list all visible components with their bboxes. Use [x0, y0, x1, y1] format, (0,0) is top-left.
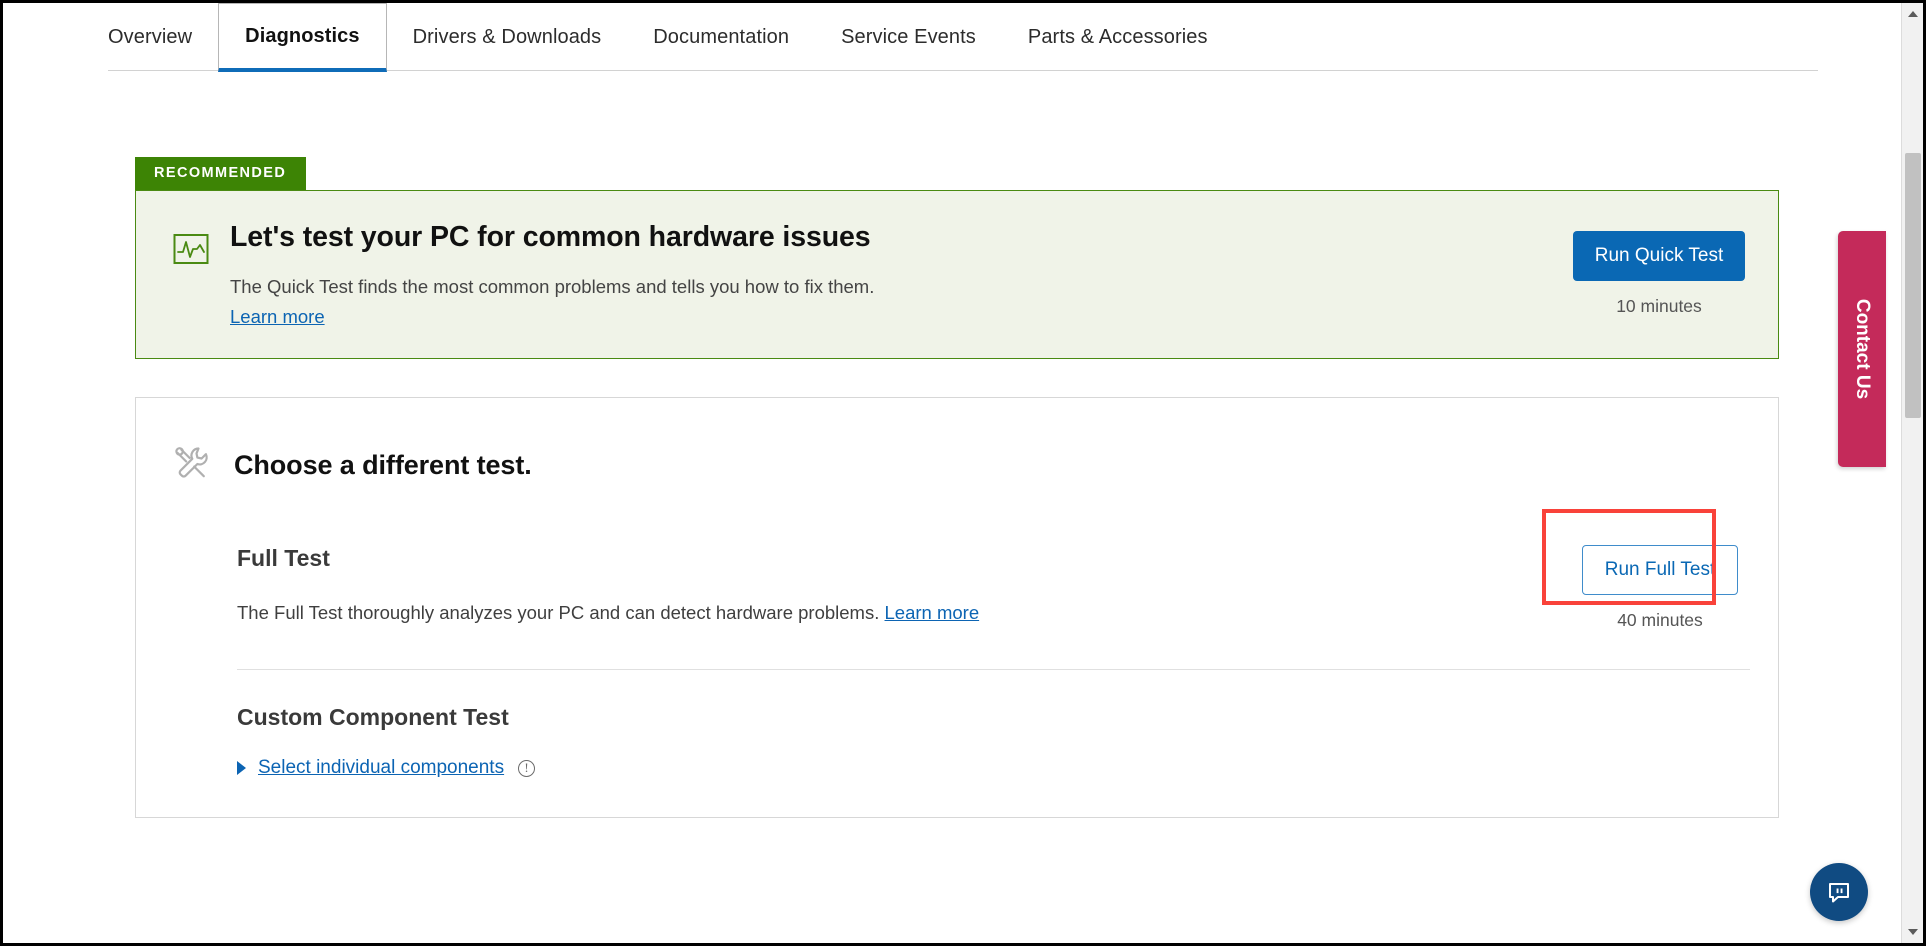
full-test-action: Run Full Test 40 minutes [1570, 545, 1750, 631]
browser-viewport: Overview Diagnostics Drivers & Downloads… [0, 0, 1926, 946]
tab-parts-accessories-label: Parts & Accessories [1028, 26, 1208, 49]
scrollbar-thumb[interactable] [1905, 153, 1921, 418]
quick-test-description: The Quick Test finds the most common pro… [230, 276, 1538, 298]
info-exclamation-icon[interactable]: ! [518, 760, 535, 777]
full-test-main: Full Test The Full Test thoroughly analy… [237, 545, 1570, 624]
recommended-badge: RECOMMENDED [135, 157, 1779, 190]
select-individual-components-row[interactable]: Select individual components ! [237, 757, 1750, 779]
full-test-name: Full Test [237, 545, 1530, 572]
contact-us-tab[interactable]: Contact Us [1838, 231, 1886, 467]
run-full-test-button[interactable]: Run Full Test [1582, 545, 1739, 595]
quick-test-body: Let's test your PC for common hardware i… [230, 221, 1568, 328]
pulse-monitor-icon [172, 221, 230, 273]
recommended-badge-label: RECOMMENDED [135, 157, 306, 190]
contact-us-label: Contact Us [1851, 299, 1873, 399]
select-individual-components-label: Select individual components [258, 757, 504, 779]
tab-overview-label: Overview [108, 26, 192, 49]
tools-icon [172, 443, 234, 488]
run-quick-test-button[interactable]: Run Quick Test [1573, 231, 1745, 281]
quick-test-duration: 10 minutes [1568, 296, 1750, 317]
quick-test-title: Let's test your PC for common hardware i… [230, 221, 1538, 254]
quick-test-action: Run Quick Test 10 minutes [1568, 221, 1750, 317]
quick-test-card: Let's test your PC for common hardware i… [135, 190, 1779, 359]
content-column: RECOMMENDED Let's test your PC for commo… [135, 157, 1779, 818]
full-test-description-text: The Full Test thoroughly analyzes your P… [237, 602, 879, 623]
chevron-right-icon [237, 761, 246, 775]
choose-different-test-title: Choose a different test. [234, 450, 532, 481]
full-test-description: The Full Test thoroughly analyzes your P… [237, 602, 1530, 624]
full-test-learn-more-link[interactable]: Learn more [885, 602, 980, 623]
tab-service-events[interactable]: Service Events [815, 3, 1002, 71]
tab-diagnostics[interactable]: Diagnostics [218, 3, 386, 72]
custom-component-test-block: Custom Component Test Select individual … [172, 670, 1750, 779]
diagnostics-content: RECOMMENDED Let's test your PC for commo… [3, 71, 1923, 818]
chat-bubble-icon[interactable] [1810, 863, 1868, 921]
scroll-down-arrow-icon[interactable] [1902, 921, 1924, 943]
choose-different-test-card: Choose a different test. Full Test The F… [135, 397, 1779, 819]
choose-different-test-header: Choose a different test. [172, 428, 1750, 504]
tab-overview[interactable]: Overview [108, 3, 218, 71]
product-support-tabs: Overview Diagnostics Drivers & Downloads… [108, 3, 1818, 71]
full-test-row: Full Test The Full Test thoroughly analy… [172, 529, 1750, 651]
tab-drivers-downloads[interactable]: Drivers & Downloads [387, 3, 628, 71]
tab-drivers-downloads-label: Drivers & Downloads [413, 26, 602, 49]
tab-documentation-label: Documentation [653, 26, 789, 49]
tab-documentation[interactable]: Documentation [627, 3, 815, 71]
page-scrollbar[interactable] [1901, 3, 1923, 943]
tab-parts-accessories[interactable]: Parts & Accessories [1002, 3, 1234, 71]
quick-test-learn-more-link[interactable]: Learn more [230, 306, 325, 327]
tab-service-events-label: Service Events [841, 26, 976, 49]
custom-component-test-name: Custom Component Test [237, 704, 1750, 731]
full-test-duration: 40 minutes [1570, 610, 1750, 631]
tab-diagnostics-label: Diagnostics [245, 25, 359, 48]
scroll-up-arrow-icon[interactable] [1902, 3, 1924, 25]
